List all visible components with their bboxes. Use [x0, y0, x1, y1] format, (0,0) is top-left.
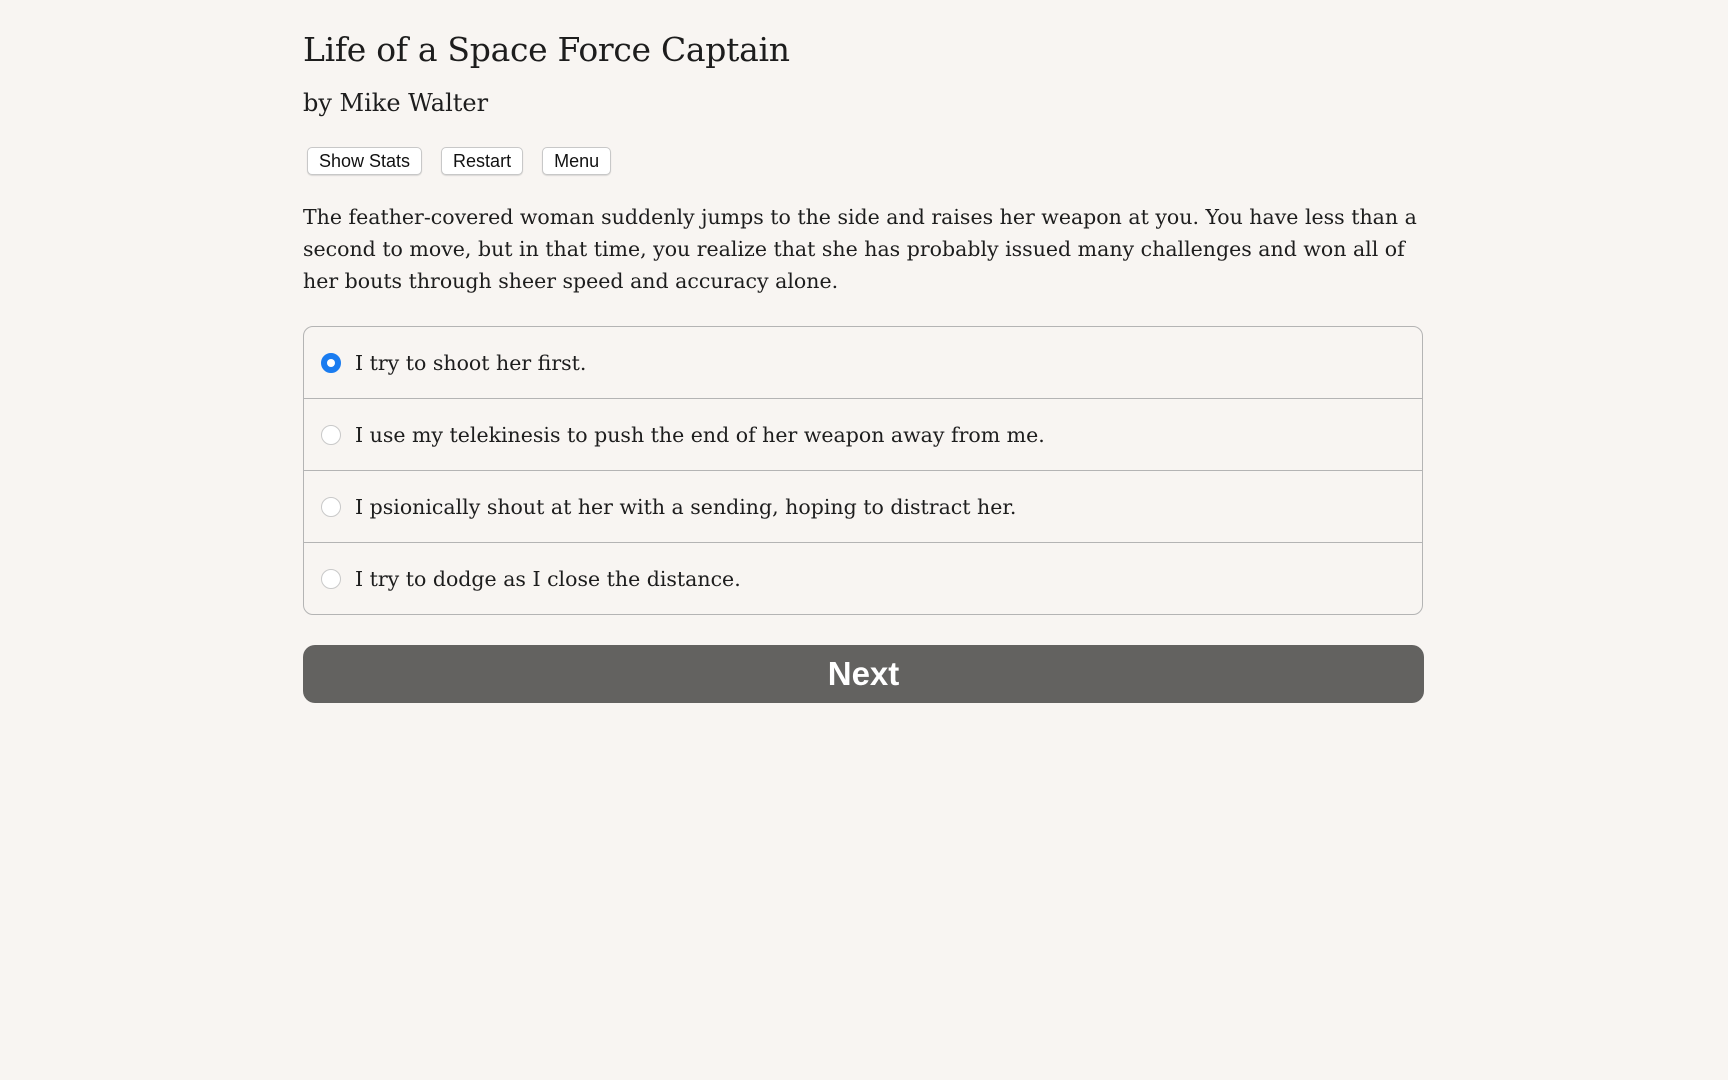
radio-button-1[interactable] [321, 353, 341, 373]
choice-option-1[interactable]: I try to shoot her first. [304, 327, 1422, 399]
menu-button[interactable]: Menu [542, 147, 611, 175]
show-stats-button[interactable]: Show Stats [307, 147, 422, 175]
choice-option-3[interactable]: I psionically shout at her with a sendin… [304, 471, 1422, 543]
toolbar: Show Stats Restart Menu [307, 147, 611, 175]
radio-button-3[interactable] [321, 497, 341, 517]
choice-option-4[interactable]: I try to dodge as I close the distance. [304, 543, 1422, 614]
game-author: by Mike Walter [303, 89, 488, 117]
choice-label: I try to shoot her first. [355, 351, 586, 375]
choice-option-2[interactable]: I use my telekinesis to push the end of … [304, 399, 1422, 471]
game-title: Life of a Space Force Captain [303, 30, 790, 69]
choice-list: I try to shoot her first. I use my telek… [303, 326, 1423, 615]
story-text: The feather-covered woman suddenly jumps… [303, 201, 1425, 297]
choice-label: I psionically shout at her with a sendin… [355, 495, 1016, 519]
choice-label: I try to dodge as I close the distance. [355, 567, 741, 591]
radio-button-2[interactable] [321, 425, 341, 445]
next-button[interactable]: Next [303, 645, 1424, 703]
restart-button[interactable]: Restart [441, 147, 523, 175]
choice-label: I use my telekinesis to push the end of … [355, 423, 1045, 447]
radio-button-4[interactable] [321, 569, 341, 589]
